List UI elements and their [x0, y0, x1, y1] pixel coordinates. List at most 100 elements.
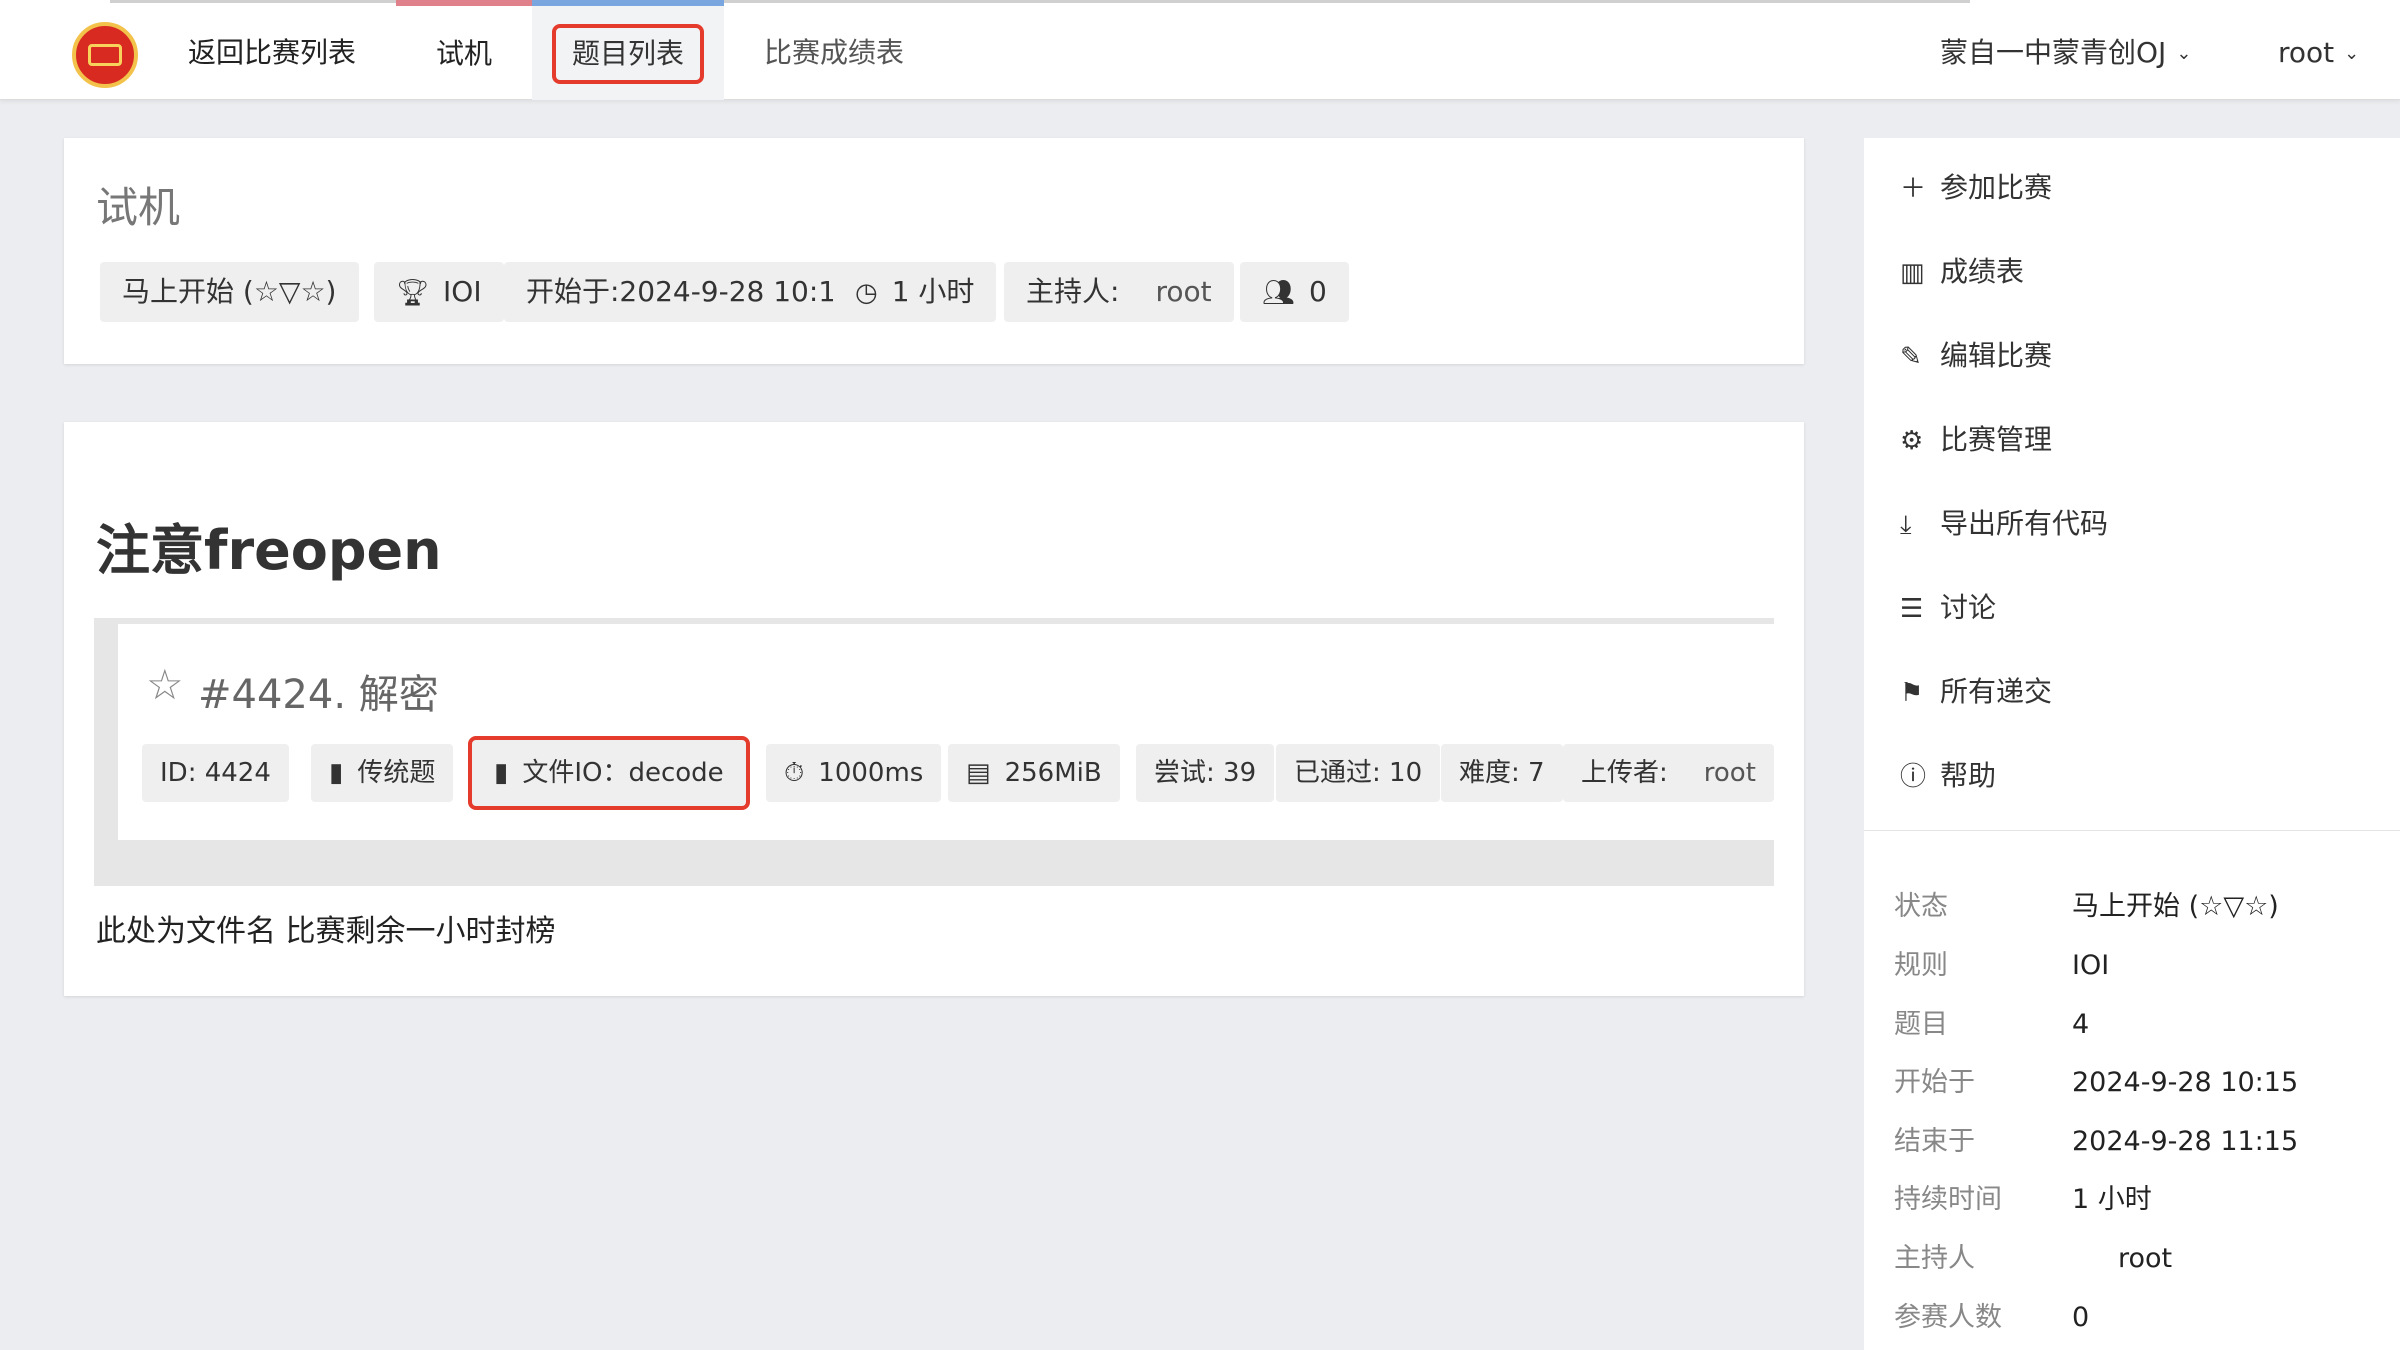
- info-key: 结束于: [1894, 1126, 1975, 1157]
- info-value[interactable]: root: [2118, 1243, 2172, 1274]
- org-dropdown[interactable]: 蒙自一中蒙青创OJ ⌄: [1940, 0, 2191, 100]
- trophy-icon: 🏆︎: [396, 278, 430, 308]
- user-name: root: [2278, 36, 2335, 69]
- contest-header-card: 试机 马上开始 (☆▽☆) 🏆︎ IOI 开始于:2024-9-28 10:15 …: [64, 138, 1804, 364]
- menu-all-submissions[interactable]: ⚑ 所有递交: [1900, 662, 2052, 722]
- info-value: 0: [2072, 1302, 2090, 1333]
- uploader-value[interactable]: root: [1704, 758, 1756, 788]
- nav-tab-scoreboard[interactable]: 比赛成绩表: [764, 0, 904, 100]
- nav-back-to-contests[interactable]: 返回比赛列表: [188, 0, 356, 100]
- menu-join-contest[interactable]: ＋ 参加比赛: [1900, 158, 2052, 218]
- host-badge: 主持人: root: [1004, 262, 1234, 322]
- problem-title[interactable]: #4424. 解密: [198, 662, 439, 720]
- nav-tab-problems-label: 题目列表: [551, 24, 704, 84]
- problem-id-badge: ID: 4424: [142, 744, 289, 802]
- menu-edit-contest[interactable]: ✎ 编辑比赛: [1900, 326, 2052, 386]
- star-icon[interactable]: ☆: [146, 660, 184, 709]
- bar-chart-icon: ▥: [1900, 258, 1925, 288]
- menu-help[interactable]: ⓘ 帮助: [1900, 746, 1996, 806]
- tried-badge: 尝试: 39: [1136, 744, 1275, 802]
- pencil-icon: ✎: [1900, 342, 1922, 372]
- menu-label: 帮助: [1940, 759, 1997, 792]
- uploader-badge: 上传者: root: [1563, 744, 1774, 802]
- stopwatch-icon: ⏱︎: [784, 758, 805, 788]
- time-limit-badge: ⏱︎ 1000ms: [766, 744, 942, 802]
- problem-type-badge: ▮ 传统题: [311, 744, 454, 802]
- problem-type-text: 传统题: [357, 758, 436, 788]
- menu-contest-manage[interactable]: ⚙ 比赛管理: [1900, 410, 2052, 470]
- menu-export-code[interactable]: ⤓ 导出所有代码: [1900, 494, 2108, 554]
- plus-icon: ＋: [1900, 174, 1927, 204]
- start-time-badge: 开始于:2024-9-28 10:15: [504, 262, 876, 322]
- info-key: 参赛人数: [1894, 1302, 2002, 1333]
- chevron-down-icon: ⌄: [2176, 43, 2192, 64]
- info-row-status: 状态 马上开始 (☆▽☆): [1894, 882, 2279, 932]
- contest-problems-card: 注意freopen ☆ #4424. 解密 ID: 4424 ▮ 传统题 ▮ 文件I…: [64, 422, 1804, 996]
- participants-count: 0: [1309, 275, 1327, 308]
- info-value: 4: [2072, 1009, 2090, 1040]
- book-icon: ▮: [494, 758, 509, 788]
- menu-label: 编辑比赛: [1940, 339, 2053, 372]
- site-logo[interactable]: [72, 22, 138, 88]
- info-key: 开始于: [1894, 1067, 1975, 1098]
- top-navbar: 返回比赛列表 试机 题目列表 比赛成绩表 蒙自一中蒙青创OJ ⌄ root ⌄: [0, 0, 2400, 100]
- info-row-end: 结束于 2024-9-28 11:15: [1894, 1117, 2298, 1167]
- menu-label: 比赛管理: [1940, 423, 2053, 456]
- memory-limit-badge: ▤ 256MiB: [948, 744, 1120, 802]
- info-value: IOI: [2072, 950, 2110, 981]
- chevron-down-icon: ⌄: [2344, 43, 2360, 64]
- user-dropdown[interactable]: root ⌄: [2278, 0, 2359, 100]
- info-value: 2024-9-28 11:15: [2072, 1126, 2299, 1157]
- info-value: 马上开始 (☆▽☆): [2072, 891, 2279, 922]
- info-row-participants: 参赛人数 0: [1894, 1293, 2089, 1343]
- problem-panel: ☆ #4424. 解密 ID: 4424 ▮ 传统题 ▮ 文件IO：decode ⏱…: [94, 618, 1774, 886]
- contest-title: 试机: [96, 183, 181, 232]
- menu-label: 参加比赛: [1940, 171, 2053, 204]
- time-limit-text: 1000ms: [818, 758, 924, 788]
- rule-text: IOI: [443, 275, 482, 308]
- gear-icon: ⚙: [1900, 426, 1924, 456]
- contest-note: 此处为文件名 比赛剩余一小时封榜: [96, 914, 556, 949]
- info-value: 1 小时: [2072, 1184, 2152, 1215]
- menu-label: 讨论: [1940, 591, 1997, 624]
- status-badge: 马上开始 (☆▽☆): [100, 262, 359, 322]
- nav-tab-problems[interactable]: 题目列表: [532, 0, 724, 100]
- duration-text: 1 小时: [891, 275, 975, 308]
- menu-label: 导出所有代码: [1940, 507, 2109, 540]
- info-row-rule: 规则 IOI: [1894, 941, 2109, 991]
- menu-scoreboard[interactable]: ▥ 成绩表: [1900, 242, 2024, 302]
- loading-bar: [110, 0, 1970, 3]
- contest-sidebar: ＋ 参加比赛 ▥ 成绩表 ✎ 编辑比赛 ⚙ 比赛管理 ⤓ 导出所有代码 ☰ 讨论 ⚑ 所有递交…: [1864, 138, 2400, 1350]
- content-heading: 注意freopen: [96, 519, 442, 582]
- host-key: 主持人:: [1026, 275, 1120, 308]
- info-row-start: 开始于 2024-9-28 10:15: [1894, 1058, 2298, 1108]
- info-key: 规则: [1894, 950, 1948, 981]
- uploader-key: 上传者:: [1581, 758, 1668, 788]
- sidebar-divider: [1864, 830, 2400, 831]
- rule-badge: 🏆︎ IOI: [374, 262, 504, 322]
- host-value[interactable]: root: [1155, 275, 1211, 308]
- duration-badge: ◷ 1 小时: [833, 262, 997, 322]
- nav-tab-trial[interactable]: 试机: [396, 0, 532, 100]
- memory-icon: ▤: [966, 758, 991, 788]
- clock-icon: ◷: [855, 278, 878, 308]
- info-row-duration: 持续时间 1 小时: [1894, 1175, 2152, 1225]
- participants-badge: 👥︎ 0: [1240, 262, 1349, 322]
- problem-card[interactable]: ☆ #4424. 解密 ID: 4424 ▮ 传统题 ▮ 文件IO：decode ⏱…: [118, 624, 1774, 840]
- comment-icon: ☰: [1900, 594, 1924, 624]
- flag-icon: ⚑: [1900, 678, 1924, 708]
- memory-limit-text: 256MiB: [1004, 758, 1102, 788]
- info-key: 主持人: [1894, 1243, 1975, 1274]
- menu-discussion[interactable]: ☰ 讨论: [1900, 578, 1996, 638]
- info-row-problems: 题目 4: [1894, 1000, 2089, 1050]
- info-value: 2024-9-28 10:15: [2072, 1067, 2299, 1098]
- info-key: 持续时间: [1894, 1184, 2002, 1215]
- help-icon: ⓘ: [1900, 762, 1927, 792]
- menu-label: 所有递交: [1940, 675, 2053, 708]
- info-row-host: 主持人 root: [1894, 1234, 2172, 1284]
- users-icon: 👥︎: [1262, 278, 1296, 308]
- logo-emblem: [88, 44, 122, 66]
- file-io-badge: ▮ 文件IO：decode: [468, 736, 750, 810]
- info-key: 题目: [1894, 1009, 1948, 1040]
- difficulty-badge: 难度: 7: [1441, 744, 1563, 802]
